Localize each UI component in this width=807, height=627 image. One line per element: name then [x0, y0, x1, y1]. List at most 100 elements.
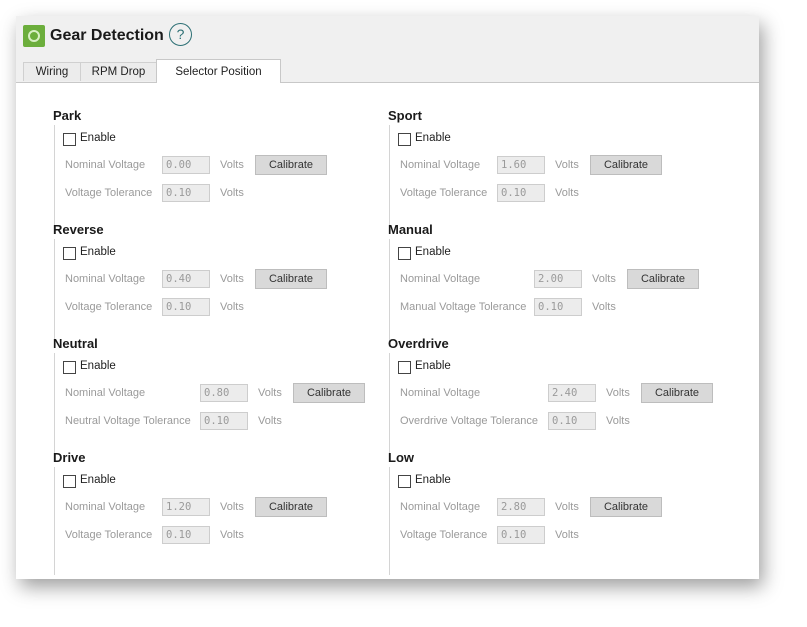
drive-title: Drive: [53, 450, 86, 465]
low-tolerance-field[interactable]: 0.10: [497, 526, 545, 544]
sport-nominal-unit: Volts: [555, 159, 579, 171]
park-nominal-label: Nominal Voltage: [65, 159, 146, 171]
low-section: Low Enable Nominal Voltage 2.80 Volts Ca…: [388, 450, 728, 575]
drive-nominal-field[interactable]: 1.20: [162, 498, 210, 516]
overdrive-enable-label: Enable: [415, 360, 451, 372]
low-nominal-unit: Volts: [555, 501, 579, 513]
overdrive-nominal-label: Nominal Voltage: [400, 387, 481, 399]
overdrive-tolerance-field[interactable]: 0.10: [548, 412, 596, 430]
reverse-nominal-field[interactable]: 0.40: [162, 270, 210, 288]
park-tolerance-field[interactable]: 0.10: [162, 184, 210, 202]
gear-detection-app-icon: [23, 25, 45, 47]
neutral-tolerance-field[interactable]: 0.10: [200, 412, 248, 430]
sport-nominal-label: Nominal Voltage: [400, 159, 481, 171]
section-divider: [54, 467, 55, 575]
park-tolerance-unit: Volts: [220, 187, 244, 199]
park-nominal-field[interactable]: 0.00: [162, 156, 210, 174]
section-divider: [54, 353, 55, 461]
park-tolerance-label: Voltage Tolerance: [65, 187, 153, 199]
manual-section: Manual Enable Nominal Voltage 2.00 Volts…: [388, 222, 728, 347]
reverse-tolerance-unit: Volts: [220, 301, 244, 313]
window-title: Gear Detection: [50, 27, 164, 44]
park-title: Park: [53, 108, 82, 123]
neutral-tolerance-unit: Volts: [258, 415, 282, 427]
park-calibrate-button[interactable]: Calibrate: [255, 155, 327, 175]
park-section: Park Enable Nominal Voltage 0.00 Volts C…: [53, 108, 373, 233]
tab-rpm-drop[interactable]: RPM Drop: [80, 62, 157, 81]
low-calibrate-button[interactable]: Calibrate: [590, 497, 662, 517]
sport-title: Sport: [388, 108, 422, 123]
sport-tolerance-unit: Volts: [555, 187, 579, 199]
low-tolerance-label: Voltage Tolerance: [400, 529, 488, 541]
low-title: Low: [388, 450, 414, 465]
overdrive-section: Overdrive Enable Nominal Voltage 2.40 Vo…: [388, 336, 738, 461]
overdrive-nominal-field[interactable]: 2.40: [548, 384, 596, 402]
low-enable-label: Enable: [415, 474, 451, 486]
manual-tolerance-field[interactable]: 0.10: [534, 298, 582, 316]
section-divider: [54, 125, 55, 233]
tab-wiring[interactable]: Wiring: [23, 62, 81, 81]
drive-nominal-label: Nominal Voltage: [65, 501, 146, 513]
reverse-title: Reverse: [53, 222, 104, 237]
drive-nominal-unit: Volts: [220, 501, 244, 513]
manual-nominal-label: Nominal Voltage: [400, 273, 481, 285]
reverse-section: Reverse Enable Nominal Voltage 0.40 Volt…: [53, 222, 373, 347]
section-divider: [389, 239, 390, 347]
low-tolerance-unit: Volts: [555, 529, 579, 541]
reverse-tolerance-label: Voltage Tolerance: [65, 301, 153, 313]
help-button[interactable]: ?: [169, 23, 192, 46]
park-enable-label: Enable: [80, 132, 116, 144]
neutral-tolerance-label: Neutral Voltage Tolerance: [65, 415, 191, 427]
reverse-calibrate-button[interactable]: Calibrate: [255, 269, 327, 289]
overdrive-tolerance-label: Overdrive Voltage Tolerance: [400, 415, 538, 427]
manual-title: Manual: [388, 222, 433, 237]
low-enable-checkbox[interactable]: [398, 475, 411, 488]
sport-enable-label: Enable: [415, 132, 451, 144]
section-divider: [389, 467, 390, 575]
neutral-enable-label: Enable: [80, 360, 116, 372]
overdrive-title: Overdrive: [388, 336, 449, 351]
reverse-tolerance-field[interactable]: 0.10: [162, 298, 210, 316]
title-bar: Gear Detection ?: [16, 16, 759, 60]
neutral-nominal-unit: Volts: [258, 387, 282, 399]
neutral-calibrate-button[interactable]: Calibrate: [293, 383, 365, 403]
sport-section: Sport Enable Nominal Voltage 1.60 Volts …: [388, 108, 728, 233]
overdrive-calibrate-button[interactable]: Calibrate: [641, 383, 713, 403]
drive-section: Drive Enable Nominal Voltage 1.20 Volts …: [53, 450, 373, 575]
reverse-enable-label: Enable: [80, 246, 116, 258]
park-enable-checkbox[interactable]: [63, 133, 76, 146]
sport-calibrate-button[interactable]: Calibrate: [590, 155, 662, 175]
section-divider: [54, 239, 55, 347]
park-nominal-unit: Volts: [220, 159, 244, 171]
drive-enable-checkbox[interactable]: [63, 475, 76, 488]
overdrive-tolerance-unit: Volts: [606, 415, 630, 427]
low-nominal-field[interactable]: 2.80: [497, 498, 545, 516]
tab-bar: Wiring RPM Drop Selector Position: [16, 59, 759, 83]
drive-calibrate-button[interactable]: Calibrate: [255, 497, 327, 517]
neutral-nominal-label: Nominal Voltage: [65, 387, 146, 399]
reverse-nominal-label: Nominal Voltage: [65, 273, 146, 285]
low-nominal-label: Nominal Voltage: [400, 501, 481, 513]
neutral-title: Neutral: [53, 336, 98, 351]
manual-enable-checkbox[interactable]: [398, 247, 411, 260]
drive-tolerance-unit: Volts: [220, 529, 244, 541]
manual-calibrate-button[interactable]: Calibrate: [627, 269, 699, 289]
sport-tolerance-field[interactable]: 0.10: [497, 184, 545, 202]
selector-position-panel: Park Enable Nominal Voltage 0.00 Volts C…: [16, 83, 759, 579]
neutral-section: Neutral Enable Nominal Voltage 0.80 Volt…: [53, 336, 393, 461]
sport-tolerance-label: Voltage Tolerance: [400, 187, 488, 199]
section-divider: [389, 125, 390, 233]
section-divider: [389, 353, 390, 461]
overdrive-enable-checkbox[interactable]: [398, 361, 411, 374]
neutral-nominal-field[interactable]: 0.80: [200, 384, 248, 402]
manual-enable-label: Enable: [415, 246, 451, 258]
reverse-enable-checkbox[interactable]: [63, 247, 76, 260]
drive-tolerance-field[interactable]: 0.10: [162, 526, 210, 544]
tab-selector-position[interactable]: Selector Position: [156, 59, 281, 83]
overdrive-nominal-unit: Volts: [606, 387, 630, 399]
neutral-enable-checkbox[interactable]: [63, 361, 76, 374]
manual-nominal-field[interactable]: 2.00: [534, 270, 582, 288]
sport-enable-checkbox[interactable]: [398, 133, 411, 146]
sport-nominal-field[interactable]: 1.60: [497, 156, 545, 174]
drive-tolerance-label: Voltage Tolerance: [65, 529, 153, 541]
